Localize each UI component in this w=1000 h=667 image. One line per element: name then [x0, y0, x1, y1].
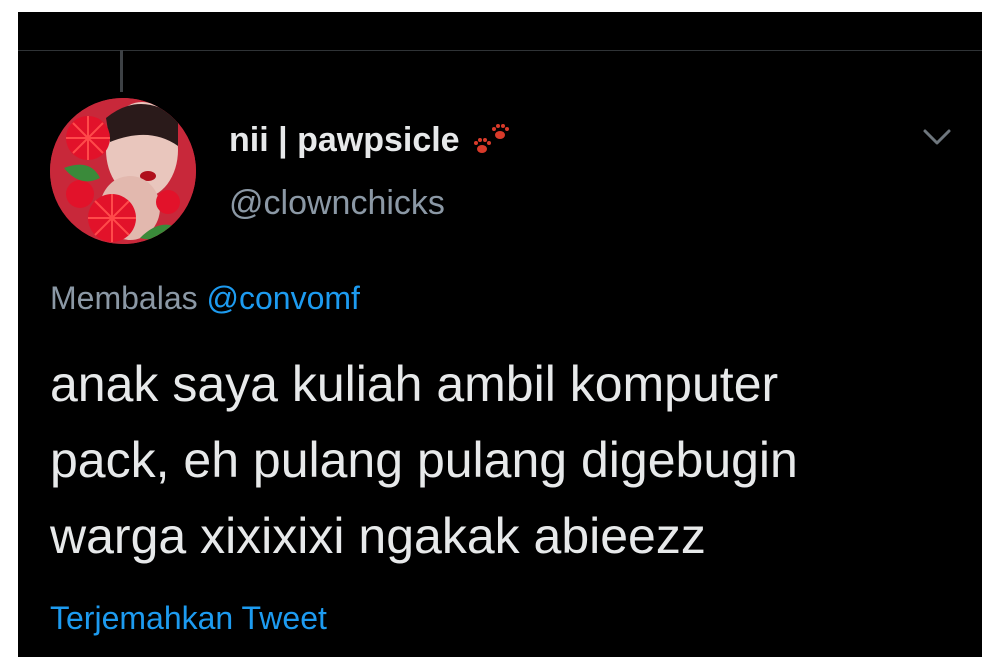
avatar-image [50, 98, 196, 244]
tweet-text-line: pack, eh pulang pulang digebugin [50, 432, 798, 488]
reply-mention-link[interactable]: @convomf [207, 280, 360, 316]
reply-prefix: Membalas [50, 280, 198, 316]
top-divider [18, 50, 982, 51]
thread-connector-line [120, 50, 123, 92]
tweet-body: anak saya kuliah ambil komputer pack, eh… [50, 346, 960, 574]
avatar[interactable] [50, 98, 196, 244]
tweet-card: nii | pawpsicle @clownchicks Membalas @c… [18, 12, 982, 657]
paw-prints-icon [470, 120, 514, 160]
display-name-text: nii | pawpsicle [229, 120, 460, 159]
translate-tweet-link[interactable]: Terjemahkan Tweet [50, 600, 327, 637]
tweet-text-line: anak saya kuliah ambil komputer [50, 356, 779, 412]
reply-context: Membalas @convomf [50, 280, 360, 317]
user-handle[interactable]: @clownchicks [229, 184, 445, 223]
display-name[interactable]: nii | pawpsicle [229, 120, 514, 160]
chevron-down-icon[interactable] [920, 124, 954, 150]
tweet-text-line: warga xixixixi ngakak abieezz [50, 508, 706, 564]
